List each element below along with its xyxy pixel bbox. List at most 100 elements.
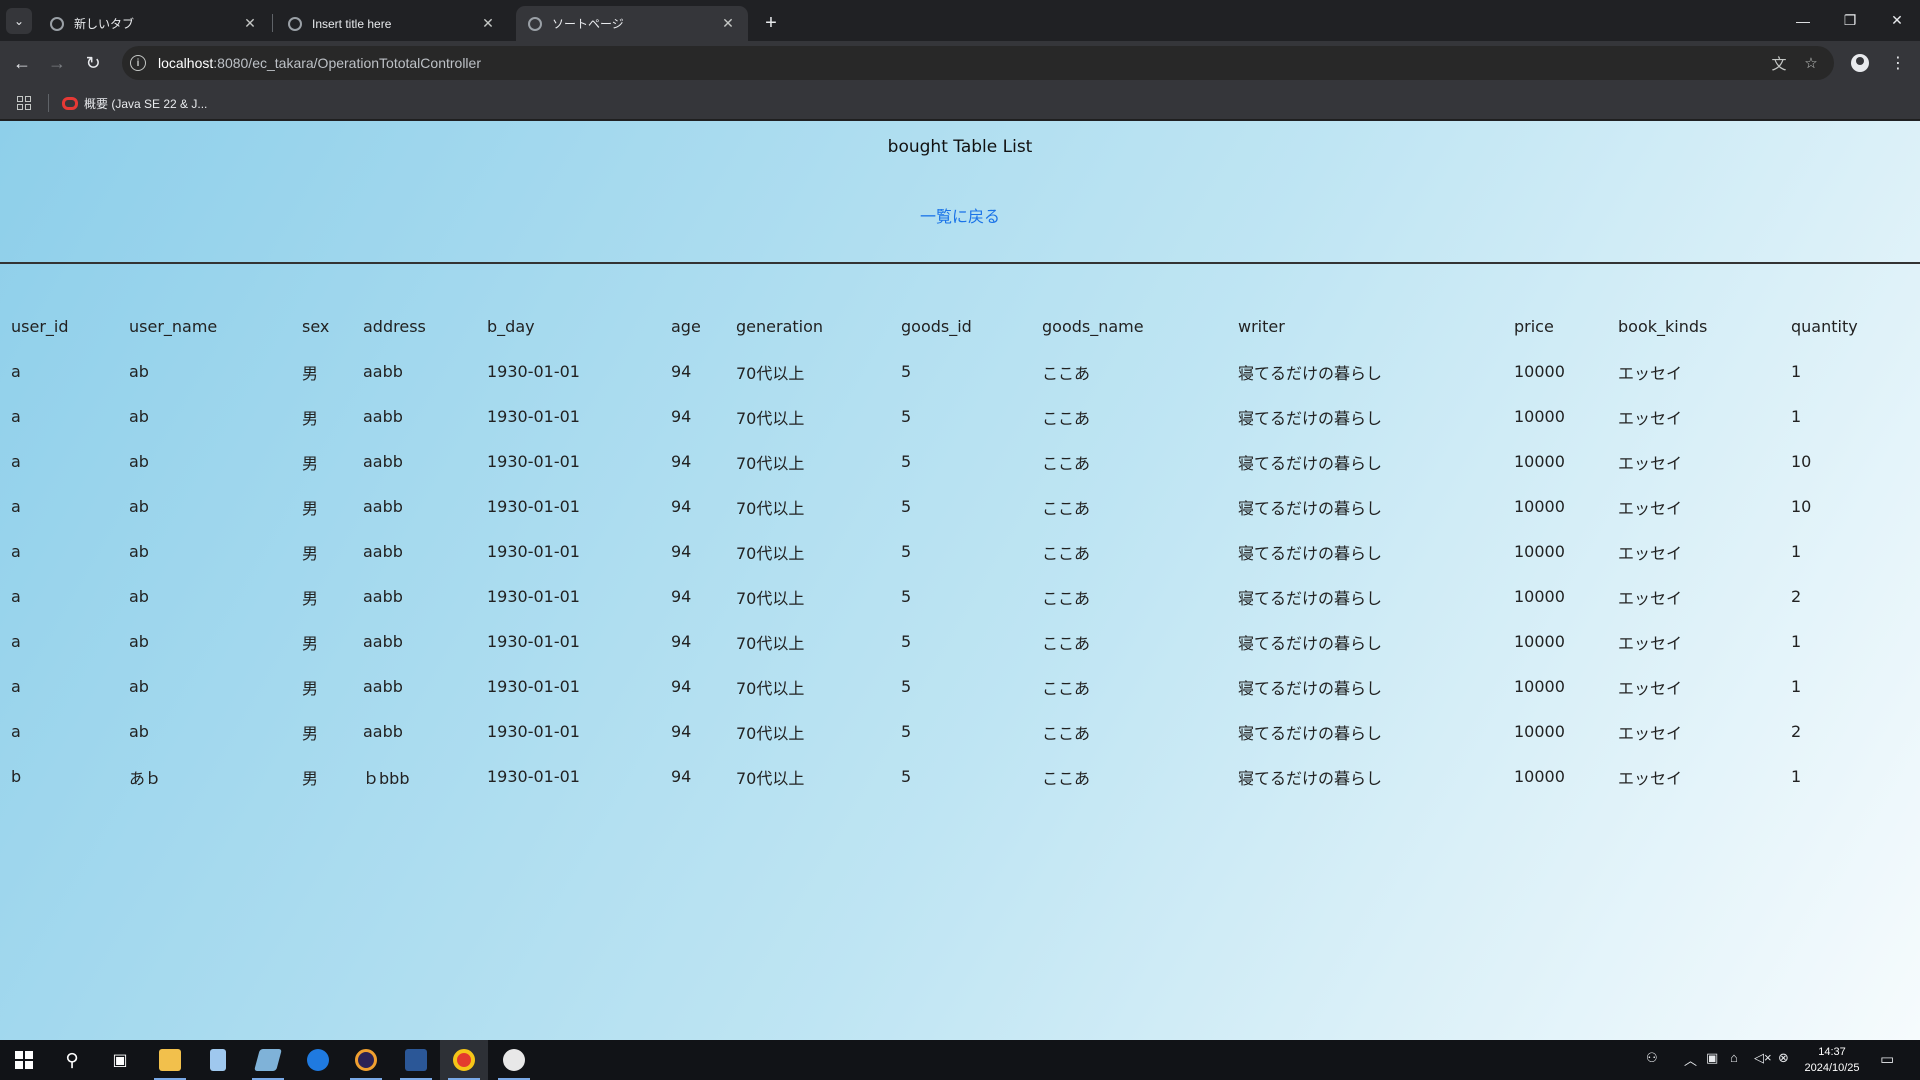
address-bar[interactable]: i localhost:8080/ec_takara/OperationToto…	[122, 46, 1834, 80]
cell-address: aabb	[363, 407, 403, 426]
cell-quantity: 10	[1791, 497, 1812, 516]
cell-address: ｂbbb	[363, 768, 410, 788]
tab-sort-page[interactable]: ソートページ ✕	[516, 6, 748, 41]
cell-b-day: 1930-01-01	[487, 452, 580, 471]
cell-user-name: ab	[129, 632, 149, 651]
cell-user-id: a	[11, 677, 21, 696]
cell-user-name: ab	[129, 587, 149, 606]
restore-icon[interactable]: ❐	[1827, 0, 1873, 41]
cell-age: 94	[671, 407, 692, 426]
cell-user-id: a	[11, 722, 21, 741]
search-icon[interactable]: ⚲	[48, 1040, 96, 1080]
cell-user-name: ab	[129, 452, 149, 471]
remote-app-icon[interactable]	[490, 1040, 538, 1080]
cell-writer: 寝てるだけの暮らし	[1238, 723, 1383, 743]
volume-muted-icon[interactable]: ◁×	[1754, 1050, 1772, 1066]
cell-goods-name: ここあ	[1042, 453, 1091, 473]
cell-goods-id: 5	[901, 452, 912, 471]
close-tab-icon[interactable]: ✕	[242, 15, 258, 32]
cell-user-id: b	[11, 767, 22, 786]
cell-b-day: 1930-01-01	[487, 362, 580, 381]
column-header-generation: generation	[736, 317, 824, 336]
bookmark-java-docs[interactable]: 概要 (Java SE 22 & J...	[62, 93, 207, 113]
bookmark-star-icon[interactable]: ☆	[1801, 53, 1821, 73]
column-header-goods-id: goods_id	[901, 317, 972, 336]
tab-search-chevron-icon[interactable]: ⌄	[6, 8, 32, 34]
edge-browser-icon[interactable]	[294, 1040, 342, 1080]
eclipse-icon[interactable]	[342, 1040, 390, 1080]
cell-price: 10000	[1514, 632, 1565, 651]
back-to-list-link[interactable]: 一覧に戻る	[920, 207, 1000, 226]
cell-age: 94	[671, 722, 692, 741]
cell-generation: 70代以上	[736, 363, 805, 383]
column-header-age: age	[671, 317, 701, 336]
bookmark-separator	[48, 94, 49, 112]
cell-goods-id: 5	[901, 542, 912, 561]
cell-price: 10000	[1514, 497, 1565, 516]
chrome-icon[interactable]	[440, 1040, 488, 1080]
start-windows-icon[interactable]	[0, 1040, 48, 1080]
cell-writer: 寝てるだけの暮らし	[1238, 768, 1383, 788]
task-view-icon[interactable]: ▣	[96, 1040, 144, 1080]
cell-writer: 寝てるだけの暮らし	[1238, 678, 1383, 698]
table-row: a ab 男 aabb 1930-01-01 94 70代以上 5 ここあ 寝てるだけの暮らし 10…	[0, 574, 1920, 619]
notepad-icon[interactable]	[194, 1040, 242, 1080]
close-tab-icon[interactable]: ✕	[480, 15, 496, 32]
apps-grid-icon[interactable]	[17, 96, 31, 110]
status-icon[interactable]: ⊗	[1778, 1050, 1789, 1066]
cell-age: 94	[671, 452, 692, 471]
bookmarks-bar: 概要 (Java SE 22 & J...	[0, 85, 1920, 120]
site-info-icon[interactable]: i	[130, 55, 146, 71]
url-text: localhost:8080/ec_takara/OperationTotota…	[158, 55, 481, 71]
cell-sex: 男	[302, 768, 319, 788]
more-menu-icon[interactable]: ⋮	[1884, 49, 1912, 77]
editor-app-icon[interactable]	[244, 1040, 292, 1080]
table-body: a ab 男 aabb 1930-01-01 94 70代以上 5 ここあ 寝てるだけの暮らし 10…	[0, 349, 1920, 799]
column-header-b-day: b_day	[487, 317, 535, 336]
cell-book-kinds: エッセイ	[1618, 543, 1683, 563]
file-explorer-icon[interactable]	[146, 1040, 194, 1080]
cell-goods-id: 5	[901, 632, 912, 651]
translate-icon[interactable]: 文	[1769, 53, 1789, 73]
cell-user-id: a	[11, 407, 21, 426]
cell-price: 10000	[1514, 407, 1565, 426]
cell-age: 94	[671, 587, 692, 606]
profile-icon[interactable]	[1846, 49, 1874, 77]
cell-generation: 70代以上	[736, 453, 805, 473]
cell-price: 10000	[1514, 767, 1565, 786]
tab-title: 新しいタブ	[74, 17, 135, 31]
minimize-icon[interactable]: —	[1780, 0, 1826, 41]
clock-time: 14:37	[1818, 1046, 1846, 1058]
bookmark-label: 概要 (Java SE 22 & J...	[84, 96, 208, 111]
cell-book-kinds: エッセイ	[1618, 633, 1683, 653]
cell-writer: 寝てるだけの暮らし	[1238, 453, 1383, 473]
notifications-icon[interactable]: ▭	[1880, 1050, 1894, 1068]
cell-goods-name: ここあ	[1042, 678, 1091, 698]
system-clock[interactable]: 14:37 2024/10/25	[1792, 1044, 1872, 1076]
powershell-icon[interactable]	[392, 1040, 440, 1080]
back-arrow-icon[interactable]: ←	[8, 49, 36, 77]
cell-generation: 70代以上	[736, 543, 805, 563]
cell-sex: 男	[302, 678, 319, 698]
horizontal-rule	[0, 262, 1920, 264]
network-icon[interactable]: ⌂	[1730, 1050, 1738, 1065]
globe-favicon-icon	[528, 16, 542, 31]
table-row: a ab 男 aabb 1930-01-01 94 70代以上 5 ここあ 寝てるだけの暮らし 10…	[0, 709, 1920, 754]
tab-new-tab[interactable]: 新しいタブ ✕	[38, 6, 270, 41]
people-icon[interactable]: ⚇	[1646, 1050, 1658, 1066]
cell-price: 10000	[1514, 722, 1565, 741]
show-hidden-icons-chevron-icon[interactable]: ︿	[1684, 1050, 1697, 1069]
close-tab-icon[interactable]: ✕	[720, 15, 736, 32]
browser-toolbar: ← → ↻ i localhost:8080/ec_takara/Operati…	[0, 41, 1920, 85]
security-icon[interactable]: ▣	[1706, 1050, 1718, 1066]
cell-generation: 70代以上	[736, 723, 805, 743]
tab-insert-title[interactable]: Insert title here ✕	[276, 6, 508, 41]
url-host: localhost	[158, 55, 214, 71]
close-window-icon[interactable]: ✕	[1874, 0, 1920, 41]
forward-arrow-icon[interactable]: →	[43, 49, 71, 77]
reload-icon[interactable]: ↻	[79, 49, 107, 77]
globe-favicon-icon	[288, 16, 302, 31]
cell-writer: 寝てるだけの暮らし	[1238, 633, 1383, 653]
new-tab-plus-icon[interactable]: +	[757, 9, 785, 37]
cell-writer: 寝てるだけの暮らし	[1238, 498, 1383, 518]
